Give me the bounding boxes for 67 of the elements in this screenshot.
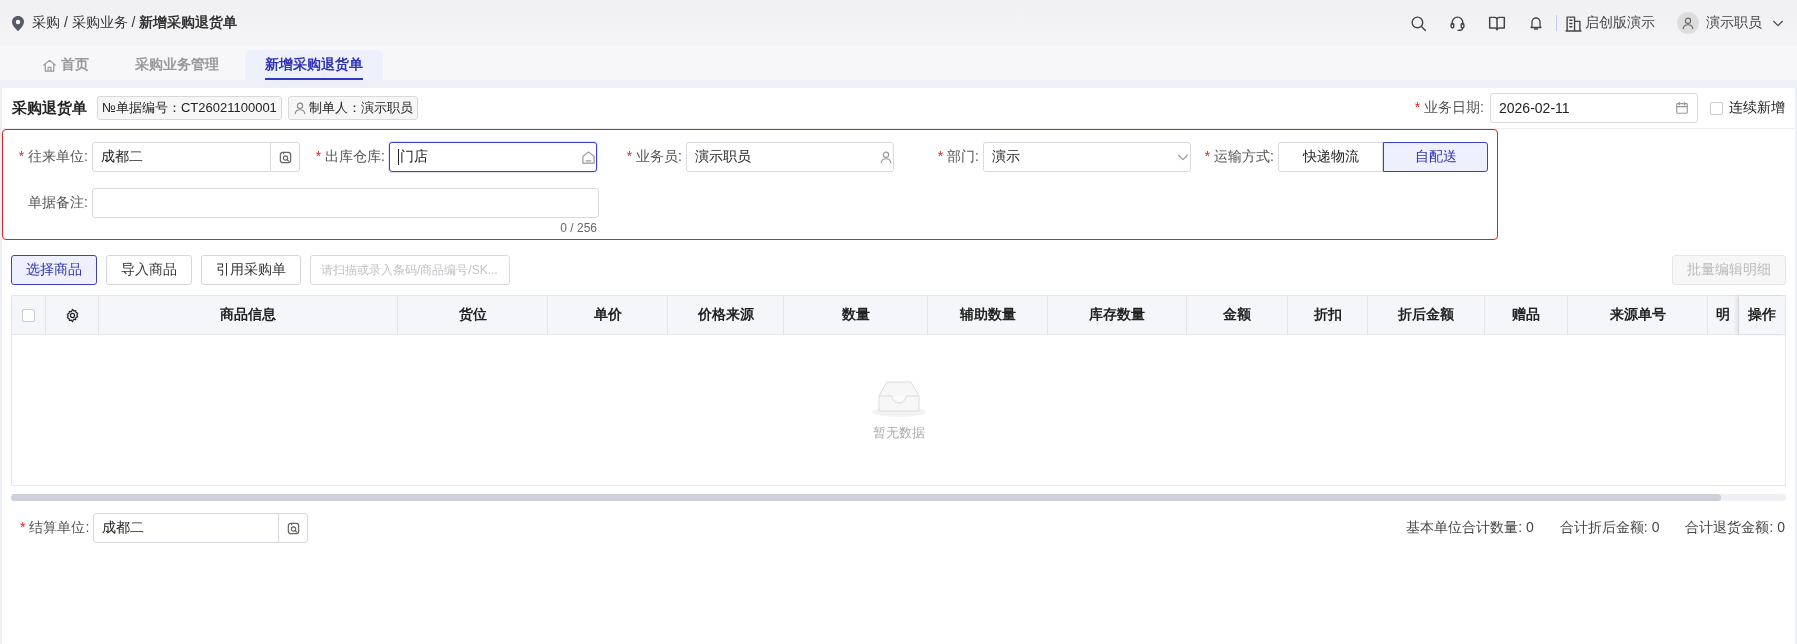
avatar[interactable] (1677, 12, 1699, 34)
organization-name[interactable]: 启创版演示 (1585, 14, 1655, 32)
column-header: 折后金额 (1398, 306, 1454, 324)
field-label: * 运输方式: (1203, 148, 1275, 166)
headset-icon (1449, 14, 1466, 32)
input-field[interactable]: 门店 (389, 142, 597, 172)
column-header: 货位 (458, 306, 487, 324)
column-header: 库存数量 (1089, 306, 1145, 324)
total-summary: 合计折后金额: 0 (1559, 519, 1660, 537)
column-header: 折扣 (1313, 306, 1342, 324)
remark-field[interactable] (92, 188, 599, 218)
total-summary: 合计退货金额: 0 (1685, 519, 1785, 537)
search-icon (1410, 14, 1427, 32)
segment-option[interactable]: 快递物流 (1278, 142, 1383, 172)
breadcrumb: 采购 / 采购业务 / 新增采购退货单 (32, 14, 238, 32)
bell-icon (1528, 15, 1544, 31)
lookup-field[interactable]: 成都二 (93, 513, 309, 543)
date-label: * 业务日期: (1414, 99, 1484, 117)
lookup-icon (277, 149, 293, 165)
total-summary: 基本单位合计数量: 0 (1406, 519, 1534, 537)
field-label: * 往来单位: (17, 148, 89, 166)
input-field[interactable]: 演示职员 (686, 142, 894, 172)
person-icon (879, 150, 893, 164)
select-all-checkbox[interactable] (22, 308, 35, 322)
column-header: 来源单号 (1609, 306, 1666, 324)
date-field[interactable]: 2026-02-11 (1490, 93, 1698, 123)
checkbox[interactable] (1710, 101, 1723, 115)
checkbox-label: 连续新增 (1729, 99, 1785, 117)
person-icon (292, 101, 307, 115)
dropdown-field[interactable]: 演示 (983, 142, 1191, 172)
location-pin-icon (12, 15, 24, 31)
calendar-icon (1675, 101, 1689, 115)
column-header: 数量 (841, 306, 870, 324)
column-header: 单价 (593, 306, 622, 324)
column-header: 商品信息 (220, 306, 276, 324)
column-header: 赠品 (1512, 306, 1540, 324)
lookup-icon (285, 520, 301, 536)
building-icon (1565, 14, 1582, 32)
settings-icon (64, 307, 80, 323)
toolbar-button[interactable]: 导入商品 (106, 255, 192, 285)
column-header: 明 (1716, 306, 1730, 324)
field-label: * 结算单位: (20, 519, 91, 537)
character-counter: 0 / 256 (560, 221, 597, 235)
column-header: 辅助数量 (959, 306, 1016, 324)
toolbar-button[interactable]: 选择商品 (11, 255, 97, 285)
tab[interactable]: 新增采购退货单 (245, 50, 383, 80)
field-label: 单据备注: (27, 194, 89, 212)
horizontal-scrollbar[interactable] (11, 494, 1721, 501)
toolbar-button[interactable]: 引用采购单 (201, 255, 301, 285)
empty-inbox-icon (870, 378, 927, 418)
user-name[interactable]: 演示职员 (1706, 14, 1762, 32)
document-number: №单据编号：CT26021100001 (97, 96, 282, 120)
column-header: 价格来源 (697, 306, 754, 324)
field-label: * 出库仓库: (314, 148, 386, 166)
field-label: * 业务员: (625, 148, 683, 166)
person-icon (1681, 16, 1695, 30)
book-icon (1488, 14, 1506, 32)
form-title: 采购退货单 (12, 98, 87, 118)
empty-state-text: 暂无数据 (872, 424, 925, 442)
segment-option[interactable]: 自配送 (1383, 142, 1488, 172)
home-icon (42, 57, 57, 73)
creator-label: 制单人：演示职员 (308, 99, 413, 117)
column-header: 操作 (1748, 306, 1776, 324)
field-label: * 部门: (936, 148, 980, 166)
lookup-field[interactable]: 成都二 (92, 142, 300, 172)
column-header: 金额 (1223, 306, 1251, 324)
warehouse-icon (581, 149, 596, 165)
